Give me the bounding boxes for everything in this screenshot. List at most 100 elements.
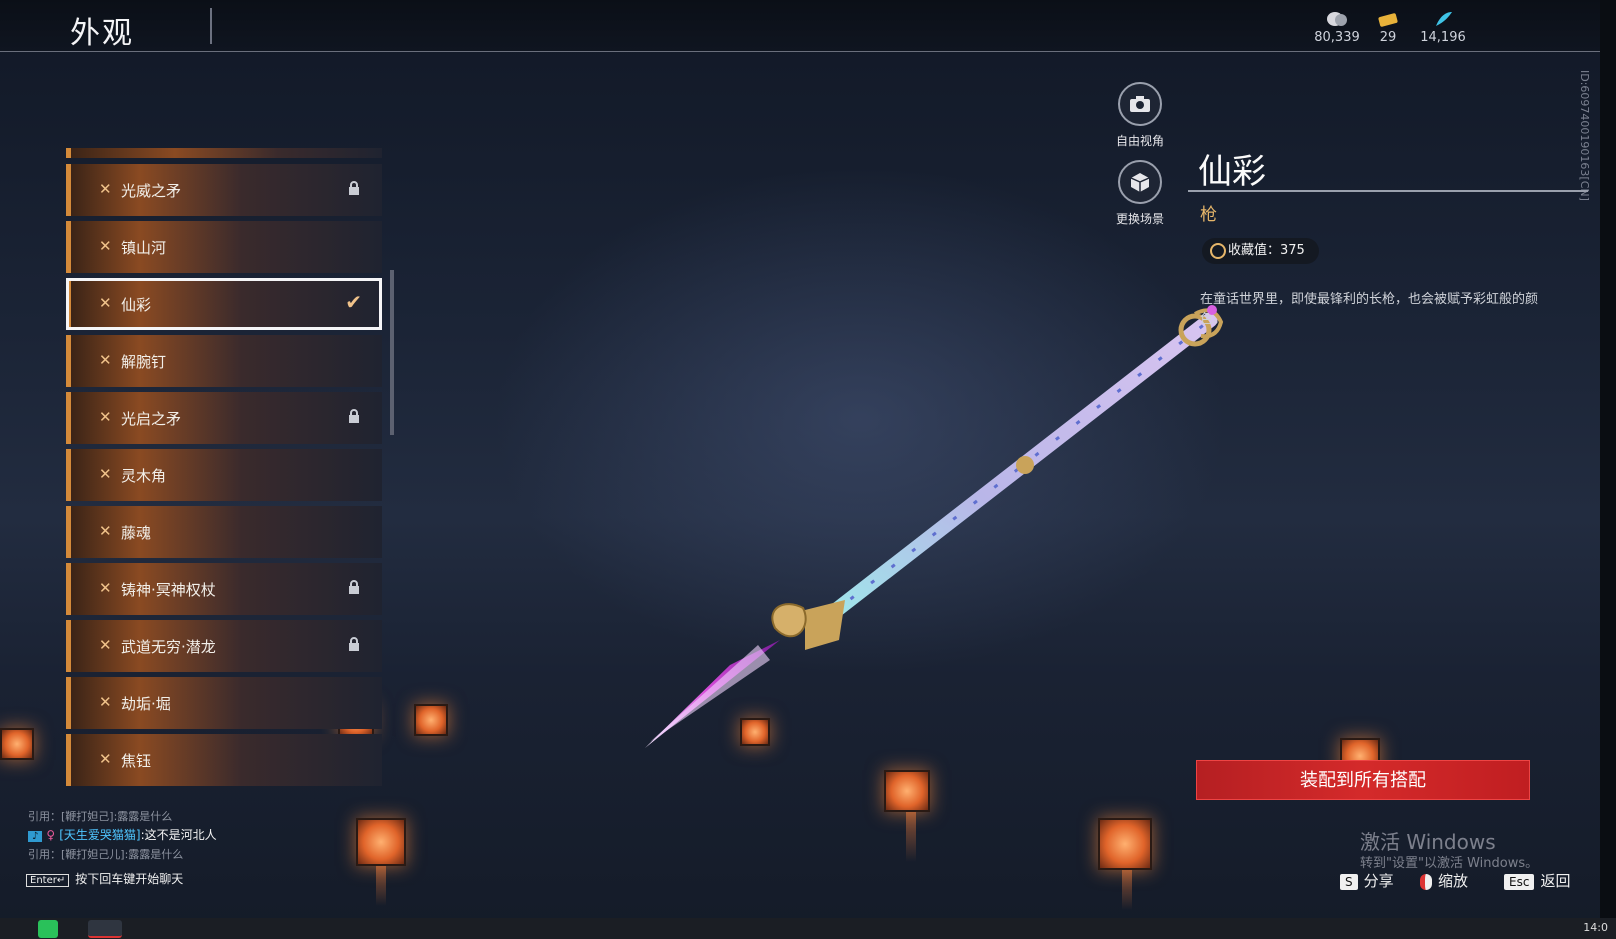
page-title: 外观 — [70, 16, 134, 51]
title-divider — [210, 8, 212, 44]
chat-input-hint[interactable]: Enter↵ 按下回车键开始聊天 — [26, 870, 183, 887]
weapon-type-icon: ✕ — [99, 693, 112, 711]
hotkey-zoom[interactable]: 缩放 — [1420, 870, 1468, 891]
os-taskbar: 14:0 — [0, 918, 1616, 939]
ticket-icon — [1378, 13, 1398, 27]
list-item-label: 劫垢·堀 — [121, 695, 171, 713]
cube-icon — [1118, 160, 1162, 204]
weapon-type-icon: ✕ — [99, 408, 112, 426]
chat-channel-icon: ♪ — [28, 831, 43, 842]
wechat-icon[interactable] — [38, 920, 58, 938]
weapon-type-icon: ✕ — [99, 522, 112, 540]
weapon-type-icon: ✕ — [99, 579, 112, 597]
chat-text: :这不是河北人 — [140, 828, 217, 842]
list-item[interactable]: ✕ 解腕钉 — [66, 335, 382, 387]
enter-key: Enter↵ — [26, 874, 70, 887]
list-item[interactable]: ✕ 仙彩 ✔ — [66, 278, 382, 330]
ticket-value: 29 — [1379, 30, 1397, 45]
currency-feather: 14,196 — [1418, 10, 1468, 45]
weapon-type-icon: ✕ — [99, 237, 112, 255]
lock-icon — [348, 579, 360, 594]
weapon-type-icon: ✕ — [99, 294, 112, 312]
hotkey-zoom-label: 缩放 — [1438, 872, 1469, 890]
item-name: 仙彩 — [1198, 152, 1266, 192]
list-item[interactable]: ✕ 劫垢·堀 — [66, 677, 382, 729]
hotkey-share-key: S — [1340, 874, 1358, 890]
lantern — [356, 818, 406, 866]
lantern — [1098, 818, 1152, 870]
list-item[interactable]: ✕ 藤魂 — [66, 506, 382, 558]
list-item[interactable]: ✕ 铸神·冥神权杖 — [66, 563, 382, 615]
lantern-reflection — [906, 812, 916, 862]
hotkey-share[interactable]: S 分享 — [1340, 870, 1394, 891]
list-item-label: 光启之矛 — [121, 410, 182, 428]
hotkey-back-key: Esc — [1504, 874, 1535, 890]
top-bar: 外观 80,339 29 14,196 — [0, 0, 1600, 52]
lantern — [0, 728, 34, 760]
chat-username[interactable]: [天生爱哭猫猫] — [59, 828, 140, 842]
windows-activation-sub: 转到"设置"以激活 Windows。 — [1360, 856, 1539, 871]
taskbar-clock[interactable]: 14:0 — [1583, 921, 1608, 934]
collection-value: 收藏值：375 — [1228, 243, 1305, 258]
weapon-type-icon: ✕ — [99, 750, 112, 768]
female-icon: ♀ — [46, 828, 56, 842]
feather-icon — [1436, 12, 1452, 26]
weapon-type-icon: ✕ — [99, 465, 112, 483]
list-item[interactable]: ✕ 光启之矛 — [66, 392, 382, 444]
item-type: 枪 — [1200, 205, 1217, 225]
coin-icon — [1327, 12, 1347, 26]
appearance-list: ✕ 光威之矛 ✕ 镇山河 ✕ 仙彩 ✔ ✕ 解腕钉 ✕ 光启之矛 ✕ 灵木角 ✕ 藤魂 ✕ 铸神·冥神权杖 ✕ 武道… — [66, 152, 382, 802]
side-ruler — [1600, 0, 1616, 939]
currency-coin: 80,339 — [1312, 10, 1362, 45]
spear-illustration — [645, 305, 1224, 748]
weapon-type-icon: ✕ — [99, 636, 112, 654]
check-icon: ✔ — [345, 290, 362, 314]
list-item[interactable]: ✕ 武道无穷·潜龙 — [66, 620, 382, 672]
lantern-reflection — [376, 866, 386, 906]
list-item[interactable]: ✕ 镇山河 — [66, 221, 382, 273]
chat-message: ♪ ♀ [天生爱哭猫猫]:这不是河北人 — [28, 826, 217, 843]
equip-all-button[interactable]: 装配到所有搭配 — [1196, 760, 1530, 800]
player-id: ID:6097400190163[CN] — [1578, 70, 1591, 201]
hotkey-back-label: 返回 — [1540, 872, 1571, 890]
lantern — [414, 704, 448, 736]
collection-badge: 收藏值：375 — [1202, 238, 1319, 264]
list-item-label: 解腕钉 — [121, 353, 167, 371]
weapon-type-icon: ✕ — [99, 351, 112, 369]
list-item-label: 武道无穷·潜龙 — [121, 638, 216, 656]
list-item[interactable]: ✕ 光威之矛 — [66, 164, 382, 216]
free-view-label: 自由视角 — [1115, 134, 1164, 148]
collection-icon — [1210, 243, 1226, 259]
list-item-label: 铸神·冥神权杖 — [121, 581, 216, 599]
chat-quote: 引用：[鞭打妲己]:露露是什么 — [28, 810, 173, 823]
feather-value: 14,196 — [1420, 30, 1466, 45]
mouse-icon — [1420, 873, 1432, 890]
game-app-icon[interactable] — [88, 920, 122, 938]
list-item-label: 灵木角 — [121, 467, 167, 485]
lock-icon — [348, 636, 360, 651]
free-view-button[interactable]: 自由视角 — [1110, 82, 1170, 149]
item-description: 在童话世界里，即使最锋利的长枪，也会被赋予彩虹般的颜色。 — [1200, 292, 1539, 327]
windows-activation-title: 激活 Windows — [1360, 830, 1496, 854]
chat-hint-text: 按下回车键开始聊天 — [75, 872, 184, 886]
currency-ticket: 29 — [1370, 10, 1406, 45]
list-item-label: 镇山河 — [121, 239, 167, 257]
weapon-type-icon: ✕ — [99, 180, 112, 198]
chat-quote: 引用：[鞭打妲己儿]:露露是什么 — [28, 848, 184, 861]
change-scene-label: 更换场景 — [1115, 212, 1164, 226]
list-item-label: 光威之矛 — [121, 182, 182, 200]
list-item-label: 焦钰 — [121, 752, 152, 770]
list-item[interactable]: ✕ 焦钰 — [66, 734, 382, 786]
hotkey-share-label: 分享 — [1363, 872, 1394, 890]
list-scrollbar[interactable] — [390, 270, 394, 435]
game-stage: 外观 80,339 29 14,196 ID:6097400190163[CN]… — [0, 0, 1616, 939]
hotkey-back[interactable]: Esc 返回 — [1504, 870, 1570, 891]
change-scene-button[interactable]: 更换场景 — [1110, 160, 1170, 227]
list-item[interactable]: ✕ 灵木角 — [66, 449, 382, 501]
lock-icon — [348, 408, 360, 423]
list-item-label: 仙彩 — [121, 296, 152, 314]
lock-icon — [348, 180, 360, 195]
coin-value: 80,339 — [1314, 30, 1360, 45]
name-underline — [1188, 190, 1588, 192]
lantern-reflection — [1122, 870, 1132, 910]
